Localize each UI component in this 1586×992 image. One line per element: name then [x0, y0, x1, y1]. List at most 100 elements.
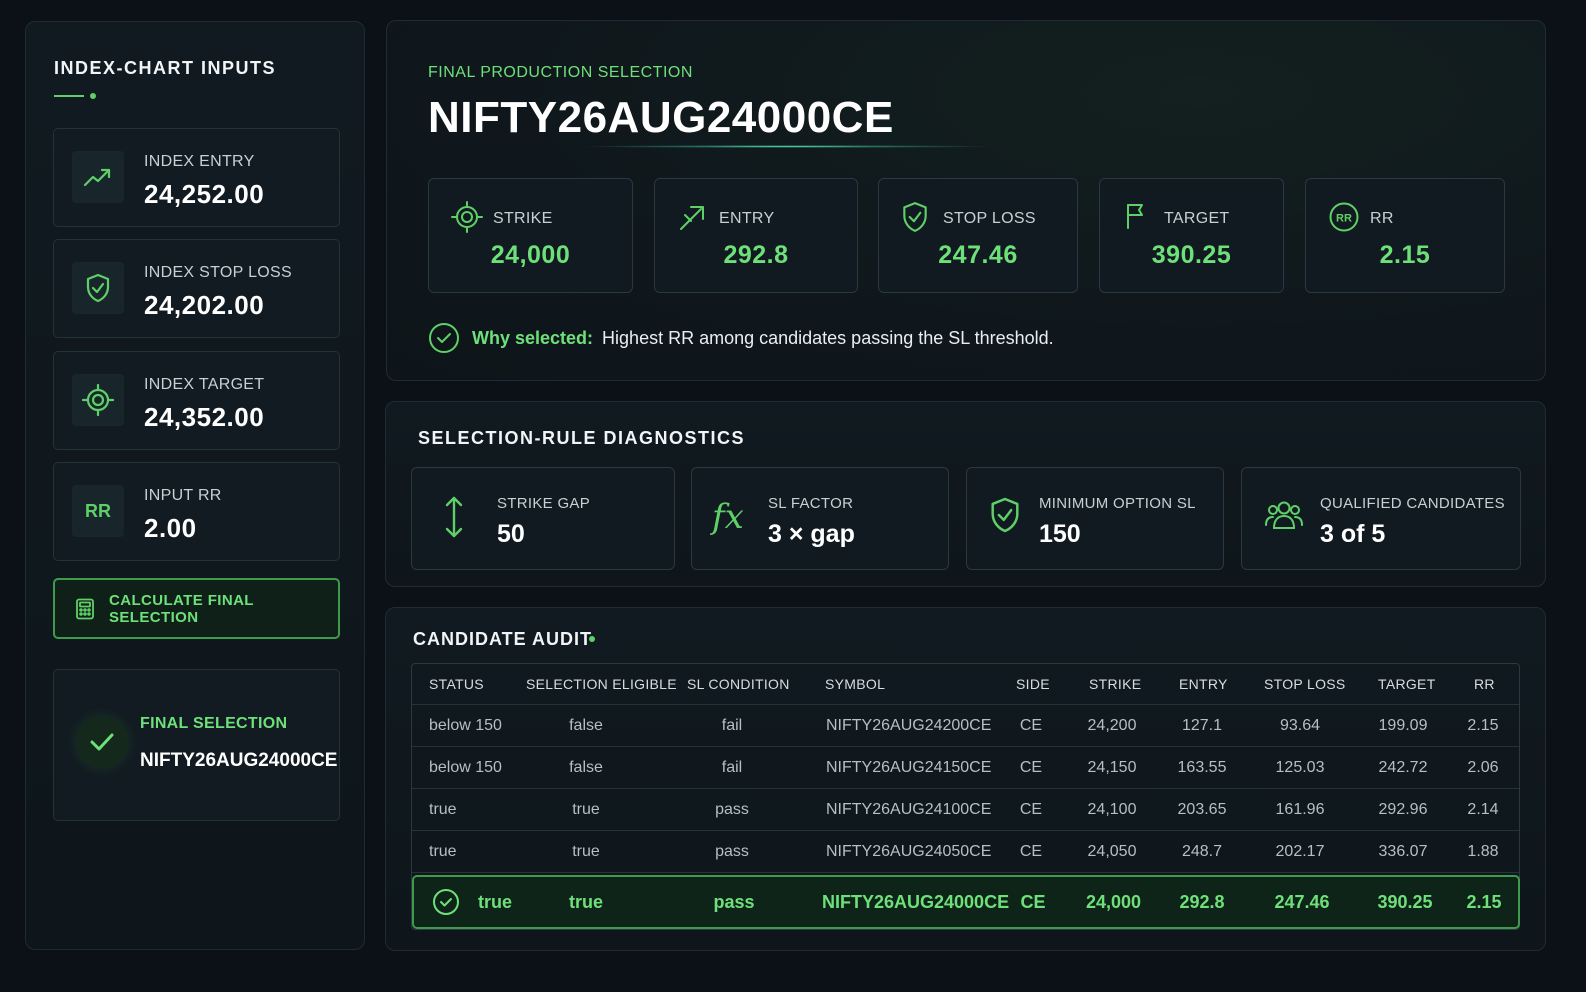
table-row[interactable]: true true pass NIFTY26AUG24100CE CE 24,1…: [412, 789, 1519, 831]
cell-side: CE: [1019, 800, 1043, 818]
cell-symbol: NIFTY26AUG24000CE: [822, 891, 1010, 912]
selection-rule-diagnostics-panel: SELECTION-RULE DIAGNOSTICS STRIKE GAP 50…: [385, 401, 1546, 587]
cell-status: below 150: [429, 758, 502, 776]
index-target-card[interactable]: INDEX TARGET 24,352.00: [53, 351, 340, 450]
cell-rr: 1.88: [1467, 842, 1499, 860]
metric-target-value: 390.25: [1151, 241, 1232, 269]
index-entry-label: INDEX ENTRY: [144, 153, 255, 170]
final-selection-label: FINAL SELECTION: [140, 715, 288, 732]
check-icon: [76, 716, 128, 768]
audit-title-dot: [589, 636, 595, 642]
index-target-label: INDEX TARGET: [144, 376, 265, 393]
metric-target: TARGET 390.25: [1099, 178, 1284, 293]
col-sl-condition: SL CONDITION: [687, 676, 790, 692]
index-entry-card[interactable]: INDEX ENTRY 24,252.00: [53, 128, 340, 227]
table-header-row: STATUS SELECTION ELIGIBLE SL CONDITION S…: [412, 664, 1519, 705]
cell-stop-loss: 161.96: [1275, 800, 1325, 818]
cell-sl-condition: pass: [715, 800, 749, 818]
cell-sl-condition: fail: [721, 758, 743, 776]
cell-sl-condition: pass: [715, 842, 749, 860]
cell-selection-eligible: true: [569, 891, 604, 912]
calculate-button-label: CALCULATE FINAL SELECTION: [109, 591, 254, 626]
col-entry: ENTRY: [1179, 676, 1228, 692]
cell-rr: 2.15: [1466, 891, 1502, 912]
why-selected-label: Why selected:: [472, 327, 594, 348]
metric-stop-loss-label: STOP LOSS: [943, 210, 1036, 227]
rr-circle-text: RR: [1336, 213, 1352, 225]
crosshair-icon: [72, 374, 124, 426]
rr-icon-text: RR: [85, 500, 111, 521]
metric-entry: ENTRY 292.8: [654, 178, 858, 293]
index-stop-loss-value: 24,202.00: [144, 290, 265, 320]
input-rr-card[interactable]: RR INPUT RR 2.00: [53, 462, 340, 561]
col-target: TARGET: [1378, 676, 1436, 692]
metric-strike-label: STRIKE: [493, 210, 553, 227]
calculator-icon: [75, 598, 95, 620]
arrow-entry-icon: [677, 201, 709, 233]
cell-side: CE: [1019, 716, 1043, 734]
cell-entry: 163.55: [1177, 758, 1227, 776]
diag-sl-factor: fx SL FACTOR 3 × gap: [691, 467, 949, 570]
cell-symbol: NIFTY26AUG24100CE: [826, 800, 992, 818]
cell-entry: 203.65: [1177, 800, 1227, 818]
crosshair-icon: [451, 201, 483, 233]
cell-selection-eligible: true: [572, 842, 600, 860]
table-row[interactable]: true true pass NIFTY26AUG24050CE CE 24,0…: [412, 831, 1519, 873]
rr-circle-icon: RR: [1328, 201, 1360, 233]
metric-stop-loss: STOP LOSS 247.46: [878, 178, 1078, 293]
index-entry-value: 24,252.00: [144, 179, 265, 209]
fx-icon-text: fx: [710, 497, 744, 537]
title-underline: [54, 95, 84, 97]
strike-gap-value: 50: [497, 520, 525, 548]
cell-stop-loss: 247.46: [1274, 891, 1330, 912]
final-selection-value: NIFTY26AUG24000CE: [140, 750, 338, 771]
index-stop-loss-card[interactable]: INDEX STOP LOSS 24,202.00: [53, 239, 340, 338]
inputs-panel: INDEX-CHART INPUTS INDEX ENTRY 24,252.00…: [25, 21, 365, 950]
check-circle-icon: [432, 877, 460, 927]
inputs-panel-title: INDEX-CHART INPUTS: [54, 58, 277, 78]
cell-side: CE: [1019, 842, 1043, 860]
cell-rr: 2.06: [1467, 758, 1499, 776]
final-selection-card: FINAL SELECTION NIFTY26AUG24000CE: [53, 669, 340, 821]
metric-strike-value: 24,000: [490, 241, 571, 269]
table-row[interactable]: below 150 false fail NIFTY26AUG24150CE C…: [412, 747, 1519, 789]
metric-entry-value: 292.8: [723, 241, 789, 269]
cell-symbol: NIFTY26AUG24150CE: [826, 758, 992, 776]
cell-status: true: [429, 842, 457, 860]
cell-entry: 292.8: [1179, 891, 1225, 912]
strike-gap-label: STRIKE GAP: [497, 495, 591, 512]
metric-strike: STRIKE 24,000: [428, 178, 633, 293]
metric-rr-label: RR: [1370, 210, 1394, 227]
metric-entry-label: ENTRY: [719, 210, 775, 227]
index-target-value: 24,352.00: [144, 402, 265, 432]
users-icon: [1264, 498, 1304, 532]
cell-target: 390.25: [1377, 891, 1433, 912]
final-production-panel: FINAL PRODUCTION SELECTION NIFTY26AUG240…: [386, 20, 1546, 381]
title-dot: [90, 93, 96, 99]
cell-rr: 2.14: [1467, 800, 1499, 818]
table-row[interactable]: below 150 false fail NIFTY26AUG24200CE C…: [412, 705, 1519, 747]
production-symbol: NIFTY26AUG24000CE: [428, 93, 894, 142]
cell-sl-condition: fail: [721, 716, 743, 734]
col-rr: RR: [1474, 676, 1495, 692]
diag-minimum-option-sl: MINIMUM OPTION SL 150: [966, 467, 1224, 570]
col-status: STATUS: [429, 676, 484, 692]
selected-table-row[interactable]: true true pass NIFTY26AUG24000CE CE 24,0…: [412, 875, 1520, 929]
sl-factor-label: SL FACTOR: [768, 495, 854, 512]
col-strike: STRIKE: [1089, 676, 1142, 692]
cell-target: 292.96: [1378, 800, 1428, 818]
sl-factor-value: 3 × gap: [768, 520, 855, 548]
input-rr-label: INPUT RR: [144, 487, 222, 504]
diagnostics-title: SELECTION-RULE DIAGNOSTICS: [418, 428, 746, 448]
cell-target: 242.72: [1378, 758, 1428, 776]
shield-check-icon: [989, 496, 1021, 534]
cell-status: below 150: [429, 716, 502, 734]
candidate-audit-title: CANDIDATE AUDIT: [413, 629, 592, 649]
col-selection-eligible: SELECTION ELIGIBLE: [526, 676, 677, 692]
cell-symbol: NIFTY26AUG24200CE: [826, 716, 992, 734]
cell-sl-condition: pass: [713, 891, 755, 912]
cell-status: true: [478, 891, 513, 912]
calculate-final-selection-button[interactable]: CALCULATE FINAL SELECTION: [53, 578, 340, 639]
index-stop-loss-label: INDEX STOP LOSS: [144, 264, 292, 281]
shield-check-icon: [901, 201, 929, 233]
